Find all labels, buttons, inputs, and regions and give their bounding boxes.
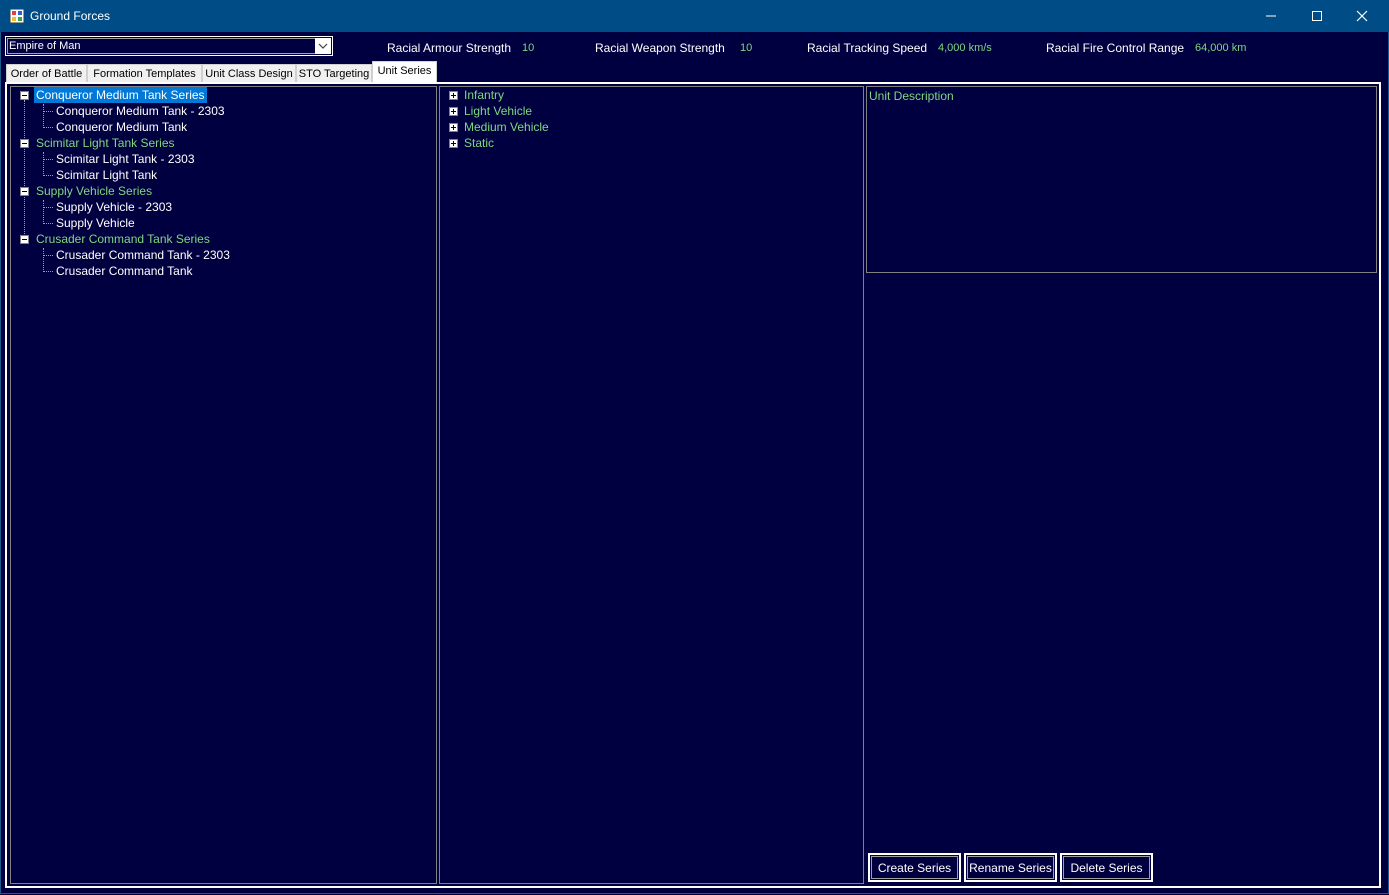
window-title: Ground Forces xyxy=(30,9,111,23)
close-icon xyxy=(1356,10,1368,22)
weapon-strength-label: Racial Weapon Strength xyxy=(595,41,725,55)
app-grid-icon xyxy=(10,9,24,23)
maximize-icon xyxy=(1312,11,1322,21)
chevron-down-icon[interactable] xyxy=(315,38,331,54)
fire-control-range-label: Racial Fire Control Range xyxy=(1046,41,1185,55)
class-tree-panel[interactable]: Infantry Light Vehicle Medium Vehicle St… xyxy=(439,86,864,884)
race-dropdown-value: Empire of Man xyxy=(9,40,81,52)
tree-connector xyxy=(43,223,53,224)
expand-icon[interactable] xyxy=(449,139,458,148)
tracking-speed-value: 4,000 km/s xyxy=(938,42,992,54)
tracking-speed-label: Racial Tracking Speed xyxy=(807,41,928,55)
tree-connector xyxy=(43,159,53,160)
tree-connector xyxy=(43,248,44,272)
minimize-button[interactable] xyxy=(1248,0,1294,32)
rename-series-button[interactable]: Rename Series xyxy=(964,853,1057,882)
tree-connector xyxy=(43,271,53,272)
race-dropdown[interactable]: Empire of Man xyxy=(5,36,333,56)
title-bar: Ground Forces xyxy=(0,0,1389,32)
maximize-button[interactable] xyxy=(1294,0,1340,32)
armour-strength-label: Racial Armour Strength xyxy=(387,41,512,55)
tree-connector xyxy=(43,200,44,224)
expand-icon[interactable] xyxy=(449,107,458,116)
tree-connector xyxy=(43,152,44,176)
close-button[interactable] xyxy=(1339,0,1385,32)
tab-formation-templates[interactable]: Formation Templates xyxy=(87,64,202,82)
tree-connector xyxy=(43,175,53,176)
tree-connector xyxy=(43,255,53,256)
collapse-icon[interactable] xyxy=(20,91,29,100)
unit-description-box[interactable]: Unit Description xyxy=(866,86,1377,273)
collapse-icon[interactable] xyxy=(20,187,29,196)
weapon-strength-value: 10 xyxy=(740,42,753,54)
create-series-button[interactable]: Create Series xyxy=(868,853,961,882)
series-tree-panel[interactable]: Conqueror Medium Tank Series Conqueror M… xyxy=(10,86,437,884)
tree-connector xyxy=(43,111,53,112)
tree-connector xyxy=(43,127,53,128)
tab-unit-class-design[interactable]: Unit Class Design xyxy=(202,64,296,82)
tree-connector xyxy=(43,207,53,208)
unit-description-label: Unit Description xyxy=(869,89,954,103)
tab-sto-targeting[interactable]: STO Targeting xyxy=(296,64,372,82)
tab-unit-series[interactable]: Unit Series xyxy=(372,61,437,83)
tab-order-of-battle[interactable]: Order of Battle xyxy=(6,64,87,82)
tree-connector xyxy=(24,100,25,244)
expand-icon[interactable] xyxy=(449,91,458,100)
collapse-icon[interactable] xyxy=(20,139,29,148)
delete-series-button[interactable]: Delete Series xyxy=(1060,853,1153,882)
expand-icon[interactable] xyxy=(449,123,458,132)
collapse-icon[interactable] xyxy=(20,235,29,244)
armour-strength-value: 10 xyxy=(522,42,535,54)
fire-control-range-value: 64,000 km xyxy=(1195,42,1247,54)
minimize-icon xyxy=(1266,15,1276,17)
tree-connector xyxy=(43,104,44,128)
